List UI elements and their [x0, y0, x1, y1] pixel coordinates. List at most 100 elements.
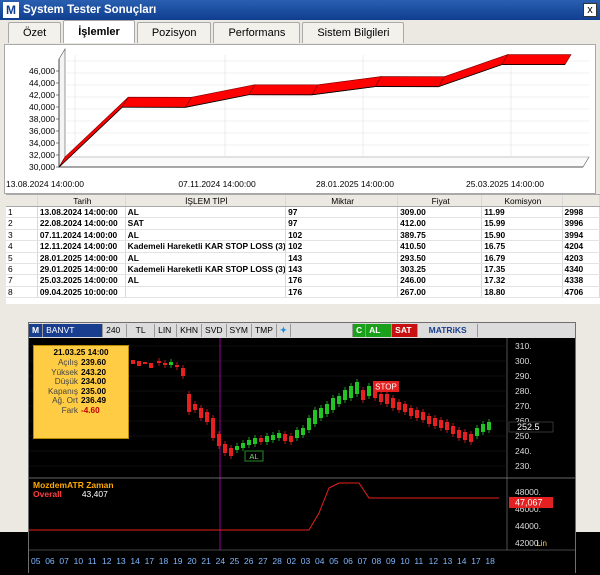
candle-body [475, 428, 479, 436]
info-key: Düşük [54, 377, 78, 387]
table-row[interactable]: 6 29.01.2025 14:00:00 Kademeli Hareketli K… [6, 263, 600, 276]
tab-sistem-bilgileri[interactable]: Sistem Bilgileri [302, 22, 405, 43]
header-fiyat[interactable]: Fiyat [398, 195, 483, 206]
tab-pozisyon[interactable]: Pozisyon [136, 22, 212, 43]
y-tick-label: 40,000 [29, 102, 55, 112]
candle-body [295, 430, 299, 438]
date-tick-label: 04 [315, 556, 325, 566]
tmp-button[interactable]: TMP [252, 324, 277, 337]
info-value: 234.00 [81, 377, 107, 387]
candle-body [397, 402, 401, 410]
date-tick-label: 17 [145, 556, 155, 566]
indicator-tick-label: 48000. [515, 487, 541, 497]
sat-button[interactable]: SAT [392, 324, 419, 337]
date-tick-label: 07 [59, 556, 69, 566]
table-row[interactable]: 7 25.03.2025 14:00:00 AL 176 246.00 17.32 4338 [6, 275, 600, 287]
header-islem-tipi[interactable]: İŞLEM TİPİ [126, 195, 287, 206]
close-button[interactable]: x [583, 3, 597, 17]
c-button[interactable]: C [353, 324, 367, 337]
date-tick-label: 28 [272, 556, 282, 566]
date-tick-label: 12 [102, 556, 112, 566]
svd-button[interactable]: SVD [202, 324, 227, 337]
table-cell: 1 [6, 207, 38, 218]
table-row[interactable]: 3 07.11.2024 14:00:00 AL 102 389.75 15.90 3994 [6, 229, 600, 242]
table-cell: 97 [286, 218, 399, 229]
date-tick-label: 06 [343, 556, 353, 566]
table-cell: 29.01.2025 14:00:00 [38, 263, 126, 275]
candle-body [463, 432, 467, 440]
header-index[interactable] [6, 195, 38, 206]
matriks-m-icon[interactable]: M [29, 324, 44, 337]
candle-body [181, 368, 185, 376]
price-axis-background [507, 338, 575, 550]
date-tick-label: 06 [45, 556, 55, 566]
ohlc-info-box: 21.03.25 14:00 Açılış 239.60 Yüksek 243.20 D… [33, 345, 129, 439]
info-row: Ağ. Ort 236.49 [34, 396, 128, 406]
twitter-icon[interactable]: ✦ [277, 324, 292, 337]
info-key: Fark [61, 405, 78, 415]
header-komisyon[interactable]: Komisyon [482, 195, 563, 206]
table-row[interactable]: 1 13.08.2024 14:00:00 AL 97 309.00 11.99 2998 [6, 207, 600, 219]
candle-body [193, 404, 197, 410]
header-miktar[interactable]: Miktar [286, 195, 399, 206]
currency-button[interactable]: TL [127, 324, 156, 337]
table-cell: 18.80 [482, 286, 563, 298]
table-cell: 09.04.2025 10:00:00 [38, 286, 126, 298]
table-cell: 2998 [563, 207, 600, 218]
table-row[interactable]: 8 09.04.2025 10:00:00 176 267.00 18.80 4706 [6, 286, 600, 299]
candle-body [379, 394, 383, 402]
candle-body [385, 394, 389, 404]
price-tick-label: 280. [515, 386, 532, 396]
al-button[interactable]: AL [366, 324, 393, 337]
table-row[interactable]: 4 12.11.2024 14:00:00 Kademeli Hareketli K… [6, 241, 600, 253]
candle-body [199, 408, 203, 418]
table-cell: 11.99 [482, 207, 563, 218]
date-tick-label: 13 [116, 556, 126, 566]
lin-button[interactable]: LIN [155, 324, 178, 337]
price-tick-label: 290. [515, 371, 532, 381]
table-cell: 303.25 [398, 263, 483, 275]
date-tick-label: 19 [173, 556, 183, 566]
candle-body [421, 412, 425, 420]
table-cell: 2 [6, 218, 38, 229]
equity-ribbon-segment [311, 76, 382, 96]
period-button[interactable]: 240 [103, 324, 128, 337]
tab-islemler[interactable]: İşlemler [63, 20, 135, 43]
sym-button[interactable]: SYM [227, 324, 252, 337]
khn-button[interactable]: KHN [177, 324, 203, 337]
table-cell: 4203 [563, 252, 600, 263]
trades-table: Tarih İŞLEM TİPİ Miktar Fiyat Komisyon 1… [6, 194, 600, 304]
table-header: Tarih İŞLEM TİPİ Miktar Fiyat Komisyon [6, 195, 600, 207]
candle-body [229, 448, 233, 456]
info-row: Açılış 239.60 [34, 358, 128, 368]
info-row: Düşük 234.00 [34, 377, 128, 387]
candle-body [223, 444, 227, 453]
header-tarih[interactable]: Tarih [38, 195, 126, 206]
header-extra[interactable] [563, 195, 600, 206]
price-tick-label: 270. [515, 401, 532, 411]
candle-body [331, 398, 335, 410]
tab-performans[interactable]: Performans [213, 22, 301, 43]
candle-body [235, 446, 239, 450]
date-tick-label: 12 [429, 556, 439, 566]
last-price: 252.5 [517, 422, 540, 432]
table-cell: 4338 [563, 275, 600, 286]
info-value: 236.49 [81, 396, 107, 406]
table-cell: SAT [126, 218, 287, 229]
table-row[interactable]: 5 28.01.2025 14:00:00 AL 143 293.50 16.79 4203 [6, 252, 600, 264]
candle-body [349, 386, 353, 398]
candle-body [367, 386, 371, 396]
table-cell: AL [126, 252, 287, 263]
symbol-selector[interactable]: BANVT [43, 324, 104, 337]
table-cell: 07.11.2024 14:00:00 [38, 229, 126, 241]
table-cell: 16.79 [482, 252, 563, 263]
table-cell: 4706 [563, 286, 600, 298]
table-row[interactable]: 2 22.08.2024 14:00:00 SAT 97 412.00 15.99 3996 [6, 218, 600, 230]
x-tick-label: 07.11.2024 14:00:00 [178, 179, 256, 189]
candle-body [265, 436, 269, 442]
info-key: Açılış [57, 358, 78, 367]
tab-ozet[interactable]: Özet [8, 22, 62, 43]
candle-body [241, 443, 245, 448]
price-tick-label: 310. [515, 341, 532, 351]
candle-body [149, 363, 153, 368]
